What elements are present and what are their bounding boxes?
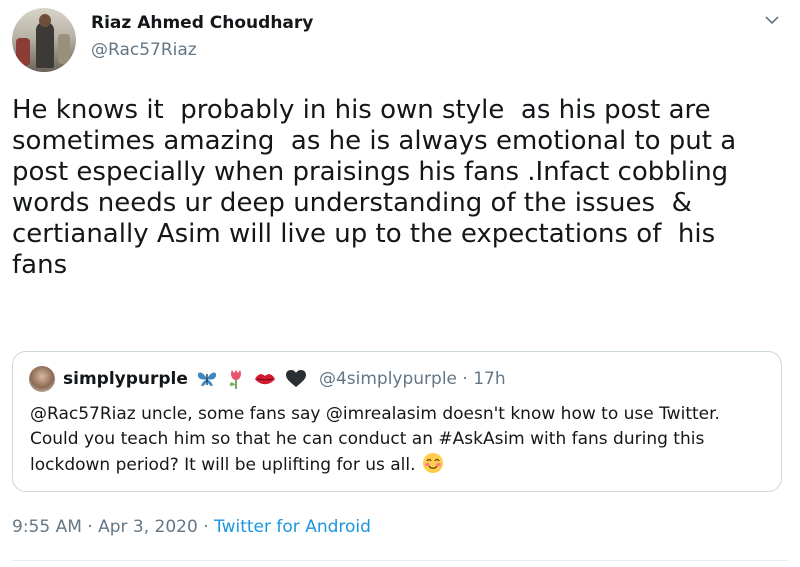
butterfly-icon [198,372,217,387]
tweet-source-link[interactable]: Twitter for Android [214,517,371,537]
tulip-icon [229,370,241,389]
author-handle[interactable]: @Rac57Riaz [91,40,197,60]
tweet-meta: 9:55 AM · Apr 3, 2020 · Twitter for Andr… [12,517,371,537]
black-heart-icon [285,370,306,387]
tweet-time[interactable]: 9:55 AM [12,517,82,537]
divider [12,560,787,561]
meta-separator: · [203,517,209,537]
lips-icon [255,374,276,385]
tweet-date[interactable]: Apr 3, 2020 [98,517,198,537]
quoted-time[interactable]: 17h [473,369,505,389]
smiling-face-icon [422,453,443,473]
tweet: Riaz Ahmed Choudhary @Rac57Riaz He knows… [0,0,800,567]
author-name[interactable]: Riaz Ahmed Choudhary [91,13,313,33]
quoted-text: @Rac57Riaz uncle, some fans say @imreala… [30,402,770,478]
quoted-tweet[interactable]: simplypurple @4simplypurple · 17h @Rac57… [12,351,782,492]
quoted-handle[interactable]: @4simplypurple [319,369,457,389]
chevron-down-icon[interactable] [764,12,780,28]
author-avatar[interactable] [12,8,76,72]
tweet-text: He knows it probably in his own style as… [12,95,737,280]
quoted-name: simplypurple [63,369,188,389]
quoted-header: simplypurple @4simplypurple · 17h [63,369,506,393]
quoted-avatar [29,366,55,392]
quoted-separator: · [462,369,468,389]
meta-separator: · [87,517,93,537]
quoted-text-body: @Rac57Riaz uncle, some fans say @imreala… [30,404,720,475]
